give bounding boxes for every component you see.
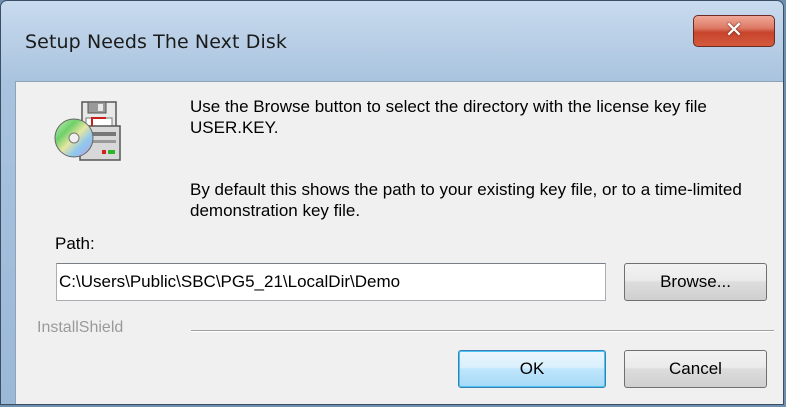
- close-button[interactable]: ✕: [693, 15, 775, 47]
- title-bar[interactable]: Setup Needs The Next Disk ✕: [1, 1, 783, 81]
- close-icon: ✕: [724, 18, 744, 43]
- dialog-body: Use the Browse button to select the dire…: [15, 81, 783, 404]
- default-path-note: By default this shows the path to your e…: [190, 180, 742, 220]
- ok-button[interactable]: OK: [458, 350, 606, 388]
- path-label: Path:: [55, 234, 95, 253]
- dialog-window: Setup Needs The Next Disk ✕ Use the Brow…: [0, 0, 784, 405]
- separator-line: [191, 330, 774, 332]
- installshield-brand: InstallShield: [37, 319, 124, 336]
- window-title: Setup Needs The Next Disk: [25, 31, 287, 53]
- cancel-button[interactable]: Cancel: [624, 350, 767, 388]
- path-input[interactable]: [56, 263, 606, 301]
- disk-install-icon: [54, 101, 121, 161]
- instruction-text: Use the Browse button to select the dire…: [190, 97, 707, 137]
- browse-button[interactable]: Browse...: [624, 263, 767, 301]
